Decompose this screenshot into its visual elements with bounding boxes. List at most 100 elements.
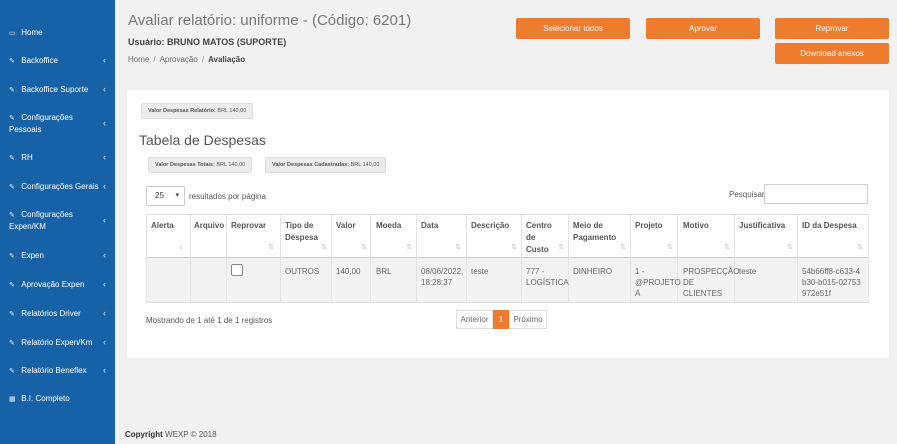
breadcrumb: Home / Aprovação / Avaliação <box>128 55 245 64</box>
user-line: Usuário: BRUNO MATOS (SUPORTE) <box>128 37 286 47</box>
sort-icon[interactable]: ⇅ <box>620 243 626 251</box>
column-header-centro-de-custo[interactable]: Centro de Custo <box>526 220 554 256</box>
download-attachments-button[interactable]: Download anexos <box>775 43 889 64</box>
sort-icon[interactable]: ⇅ <box>361 243 367 251</box>
page-length-select[interactable]: 25 ▾ <box>146 186 185 206</box>
sidebar-item-relatorio-beneflex[interactable]: ✎ Relatório Beneflex ‹ <box>0 365 115 377</box>
sidebar-item-expen[interactable]: ✎ Expen ‹ <box>0 250 115 262</box>
column-header-meio-de-pagamento[interactable]: Meio de Pagamento <box>573 220 621 244</box>
footer: Copyright WEXP © 2018 <box>125 430 217 439</box>
sidebar-item-label: Relatório Beneflex <box>21 366 87 375</box>
edit-icon: ✎ <box>9 155 15 162</box>
chevron-left-icon: ‹ <box>103 117 106 128</box>
registered-expenses-value: BRL 140,00 <box>350 162 380 168</box>
chevron-left-icon: ‹ <box>103 308 106 318</box>
report-total-label: Valor Despesas Relatório: <box>148 108 216 114</box>
cell-data: 08/06/2022, 18:28:37 <box>421 267 464 287</box>
column-header-data[interactable]: Data <box>421 220 461 232</box>
column-header-motivo[interactable]: Motivo <box>683 220 731 232</box>
column-header-reprovar[interactable]: Reprovar <box>231 220 277 232</box>
pagination-next[interactable]: Próximo <box>509 310 547 329</box>
chevron-left-icon: ‹ <box>103 250 106 260</box>
edit-icon: ✎ <box>9 311 15 318</box>
sidebar-item-home[interactable]: ▭ Home <box>0 27 115 39</box>
sort-icon[interactable]: ⇅ <box>321 243 327 251</box>
column-header-descricao[interactable]: Descrição <box>471 220 519 232</box>
monitor-icon: ▭ <box>9 30 16 37</box>
sidebar-item-label-line2: Expen/KM <box>9 222 46 231</box>
sidebar-item-rh[interactable]: ✎ RH ‹ <box>0 152 115 164</box>
chevron-left-icon: ‹ <box>103 181 106 191</box>
column-divider <box>868 214 869 303</box>
edit-icon: ✎ <box>9 282 15 289</box>
sidebar-item-backoffice-suporte[interactable]: ✎ Backoffice Suporte ‹ <box>0 84 115 96</box>
sort-icon[interactable]: ⇅ <box>724 243 730 251</box>
column-header-alerta[interactable]: Alerta <box>151 220 187 232</box>
report-total-value: BRL 140,00 <box>217 108 247 114</box>
registered-expenses-badge: Valor Despesas Cadastradas: BRL 140,00 <box>265 157 387 173</box>
sidebar-item-label: Configurações <box>21 210 73 219</box>
approve-button[interactable]: Aprovar <box>646 18 760 39</box>
sort-icon[interactable]: ⇅ <box>787 243 793 251</box>
cell-meio-de-pagamento: DINHEIRO <box>573 267 613 276</box>
column-header-id-da-despesa[interactable]: ID da Despesa <box>802 220 866 232</box>
sort-icon[interactable]: ⇅ <box>455 243 461 251</box>
sort-icon[interactable]: ⇅ <box>511 243 517 251</box>
breadcrumb-aprovacao[interactable]: Aprovação <box>160 55 198 64</box>
copyright-label: Copyright <box>125 430 163 439</box>
column-header-tipo-de-despesa[interactable]: Tipo de Despesa <box>285 220 329 244</box>
chevron-left-icon: ‹ <box>103 152 106 162</box>
column-header-arquivo[interactable]: Arquivo <box>194 220 226 232</box>
column-divider <box>630 214 631 303</box>
search-input[interactable] <box>764 184 868 204</box>
column-header-justificativa[interactable]: Justificativa <box>739 220 795 232</box>
sort-icon[interactable]: ⇅ <box>857 243 863 251</box>
column-divider <box>370 214 371 303</box>
cell-justificativa: teste <box>739 267 757 276</box>
column-header-moeda[interactable]: Moeda <box>376 220 414 232</box>
page-length-label: resultados por página <box>189 192 266 201</box>
sidebar-item-relatorio-expen-km[interactable]: ✎ Relatório Expen/Km ‹ <box>0 337 115 349</box>
column-divider <box>797 214 798 303</box>
sort-desc-icon[interactable]: ⇣ <box>178 243 184 251</box>
reject-checkbox[interactable] <box>231 264 243 276</box>
column-divider <box>466 214 467 303</box>
pagination-previous[interactable]: Anterior <box>456 310 493 329</box>
cell-descricao: teste <box>471 267 489 276</box>
sidebar-item-label: Aprovação Expen <box>21 280 85 289</box>
registered-expenses-label: Valor Despesas Cadastradas: <box>272 162 350 168</box>
sidebar-item-configuracoes-expen-km[interactable]: ✎ Configurações Expen/KM ‹ <box>0 209 115 232</box>
total-expenses-value: BRL 140,00 <box>216 162 246 168</box>
cell-moeda: BRL <box>376 267 392 276</box>
chevron-left-icon: ‹ <box>103 214 106 225</box>
sort-icon[interactable]: ⇅ <box>268 243 274 251</box>
sort-icon[interactable]: ⇅ <box>667 243 673 251</box>
sidebar-item-configuracoes-pessoais[interactable]: ✎ Configurações Pessoais ‹ <box>0 112 115 135</box>
column-divider <box>280 214 281 303</box>
cell-id-da-despesa: 54b66ff8-c633-4b30-b015-02753972e51f <box>802 267 861 298</box>
sidebar-item-configuracoes-gerais[interactable]: ✎ Configurações Gerais ‹ <box>0 181 115 193</box>
column-divider <box>331 214 332 303</box>
breadcrumb-separator: / <box>201 55 205 64</box>
sidebar-item-relatorios-driver[interactable]: ✎ Relatórios Driver ‹ <box>0 308 115 320</box>
cell-tipo-de-despesa: OUTROS <box>285 267 320 276</box>
pagination-page-1[interactable]: 1 <box>493 310 509 329</box>
column-divider <box>521 214 522 303</box>
table-info: Mostrando de 1 até 1 de 1 registros <box>146 316 273 325</box>
select-all-button[interactable]: Selecionar todos <box>516 18 630 39</box>
column-divider <box>146 214 147 303</box>
report-total-badge: Valor Despesas Relatório: BRL 140,00 <box>141 103 254 119</box>
sidebar-item-label: Backoffice Suporte <box>21 85 89 94</box>
sidebar-item-label: B.I. Completo <box>21 394 70 403</box>
sort-icon[interactable]: ⇅ <box>406 243 412 251</box>
breadcrumb-home[interactable]: Home <box>128 55 149 64</box>
sidebar-item-bi-completo[interactable]: ▦ B.I. Completo <box>0 393 115 405</box>
reject-button[interactable]: Reprovar <box>775 18 889 39</box>
edit-icon: ✎ <box>9 115 15 122</box>
sidebar-item-aprovacao-expen[interactable]: ✎ Aprovação Expen ‹ <box>0 279 115 291</box>
sort-icon[interactable]: ⇅ <box>558 243 564 251</box>
column-header-projeto[interactable]: Projeto <box>635 220 675 232</box>
column-divider <box>416 214 417 303</box>
column-header-valor[interactable]: Valor <box>336 220 368 232</box>
sidebar-item-backoffice[interactable]: ✎ Backoffice ‹ <box>0 55 115 67</box>
